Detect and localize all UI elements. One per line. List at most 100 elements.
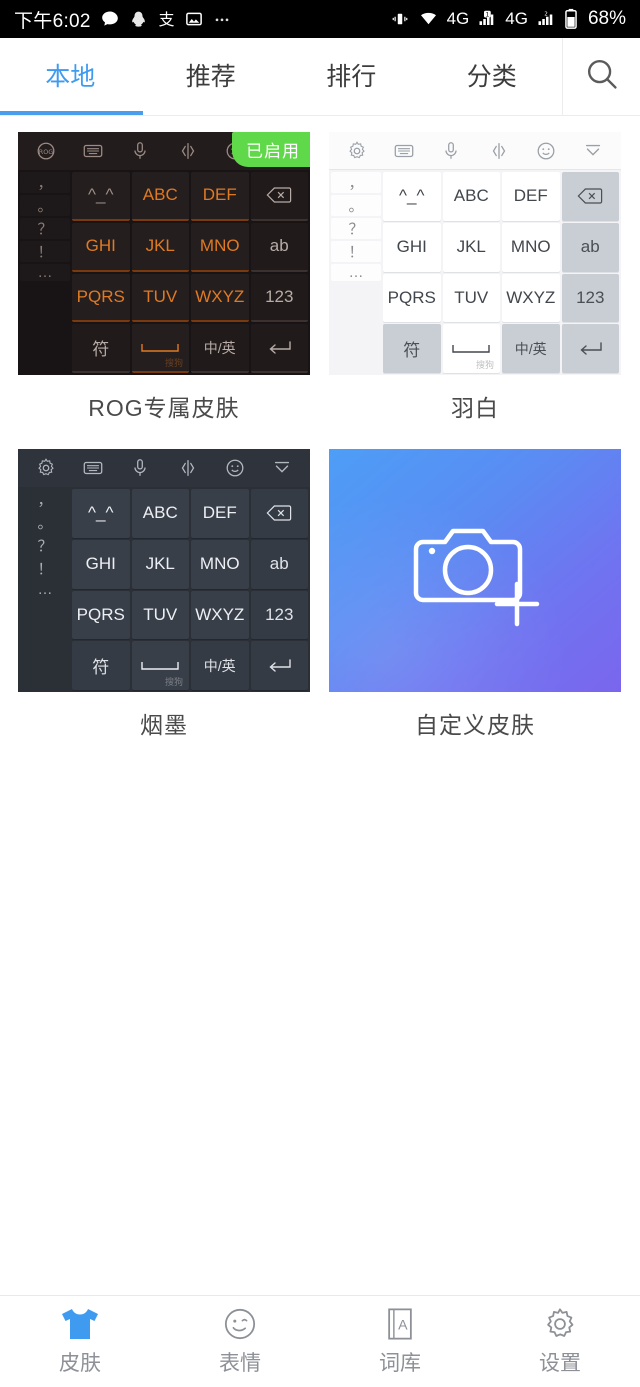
battery-percent: 68% [587,8,626,29]
keypad: ^_^ ABC DEF GHI JKL MNO ab PQRS TUV WXYZ… [383,172,619,373]
key-mno: MNO [191,539,249,589]
nav-label: 皮肤 [59,1351,101,1375]
keyboard-icon [80,138,106,164]
keyboard-body: ， 。 ？ ！ … ^_^ ABC DEF GHI JKL MNO ab PQR… [18,487,310,692]
bottom-navigation: 皮肤 表情 A 词库 设置 [0,1295,640,1387]
sim2-signal-icon: 2 [536,10,556,28]
key-space: 搜狗 [131,641,189,690]
key-123: 123 [250,590,308,640]
emoji-icon [222,455,248,481]
key-abc: ABC [131,172,189,221]
punct-key: ？ [331,218,381,239]
status-bar-right: 4G 1 4G 2 68% [390,8,626,30]
key-pqrs: PQRS [72,590,130,640]
vibrate-icon [390,10,410,28]
cursor-move-icon [175,455,201,481]
key-space: 搜狗 [131,324,189,373]
skin-card-rog[interactable]: 已启用 ROG ， 。 ？ ！ … ^_^ ABC DEF GHI JKL MN… [18,132,310,441]
camera-add-icon [405,508,545,633]
enter-icon [250,641,308,690]
backspace-icon [250,489,308,538]
nav-item-emoji[interactable]: 表情 [160,1296,320,1387]
key-wxyz: WXYZ [502,273,560,323]
keyboard-icon [80,455,106,481]
skin-content-area: 已启用 ROG ， 。 ？ ！ … ^_^ ABC DEF GHI JKL MN… [0,116,640,1295]
skin-name: 羽白 [451,395,499,421]
skin-card-yubai[interactable]: ， 。 ？ ！ … ^_^ ABC DEF GHI JKL MNO ab PQR… [329,132,621,441]
search-button[interactable] [562,37,640,116]
tab-local[interactable]: 本地 [0,38,141,116]
rog-logo-icon: ROG [33,138,59,164]
key-symbol: 符 [383,324,441,373]
nav-item-skin[interactable]: 皮肤 [0,1296,160,1387]
key-ghi: GHI [383,222,441,272]
key-space: 搜狗 [442,324,500,373]
key-123: 123 [561,273,619,323]
space-watermark: 搜狗 [164,358,183,368]
enter-icon [250,324,308,373]
collapse-icon [580,138,606,164]
cursor-move-icon [486,138,512,164]
key-123: 123 [250,273,308,323]
space-watermark: 搜狗 [475,360,494,370]
punct-key: ！ [331,241,381,262]
skin-card-custom[interactable]: 自定义皮肤 [329,449,621,758]
key-pqrs: PQRS [383,273,441,323]
key-tuv: TUV [442,273,500,323]
gear-icon [542,1307,578,1341]
keyboard-preview: ， 。 ？ ！ … ^_^ ABC DEF GHI JKL MNO ab PQR… [18,449,310,692]
status-bar-left: 下午6:02 支 [14,6,390,33]
key-def: DEF [191,172,249,221]
enter-icon [561,324,619,373]
status-time: 下午6:02 [14,10,91,32]
punct-key: ！ [20,558,70,579]
key-lang-toggle: 中/英 [191,324,249,373]
tab-recommend[interactable]: 推荐 [141,38,282,116]
svg-text:2: 2 [544,11,547,17]
punct-key: … [20,264,70,281]
status-badge: 已启用 [232,132,310,167]
svg-text:ROG: ROG [38,148,52,156]
key-ab: ab [250,539,308,589]
skin-thumbnail[interactable]: 已启用 ROG ， 。 ？ ！ … ^_^ ABC DEF GHI JKL MN… [18,132,310,375]
gear-icon [33,455,59,481]
custom-skin-thumbnail[interactable] [329,449,621,692]
gear-icon [344,138,370,164]
nav-item-settings[interactable]: 设置 [480,1296,640,1387]
key-jkl: JKL [131,539,189,589]
svg-text:A: A [398,1317,408,1333]
key-face: ^_^ [72,172,130,221]
smiley-icon [222,1307,258,1341]
punct-key: … [331,264,381,281]
key-pqrs: PQRS [72,273,130,323]
nav-label: 表情 [219,1351,261,1375]
tab-ranking[interactable]: 排行 [281,38,422,116]
nav-item-dictionary[interactable]: A 词库 [320,1296,480,1387]
nav-label: 设置 [539,1351,581,1375]
punct-key: 。 [331,195,381,216]
keyboard-preview: ， 。 ？ ！ … ^_^ ABC DEF GHI JKL MNO ab PQR… [329,132,621,375]
custom-skin-tile[interactable] [329,449,621,692]
key-mno: MNO [191,222,249,272]
punct-key: 。 [20,195,70,216]
skin-name: ROG专属皮肤 [88,395,240,421]
qq-icon [129,10,148,29]
mic-icon [438,138,464,164]
backspace-icon [561,172,619,221]
key-ghi: GHI [72,539,130,589]
space-watermark: 搜狗 [164,677,183,687]
punctuation-column: ， 。 ？ ！ … [331,172,381,373]
key-tuv: TUV [131,273,189,323]
key-ab: ab [250,222,308,272]
message-icon [100,9,120,29]
skin-thumbnail[interactable]: ， 。 ？ ！ … ^_^ ABC DEF GHI JKL MNO ab PQR… [329,132,621,375]
key-wxyz: WXYZ [191,273,249,323]
tab-category[interactable]: 分类 [422,38,563,116]
skin-card-yanmo[interactable]: ， 。 ？ ！ … ^_^ ABC DEF GHI JKL MNO ab PQR… [18,449,310,758]
key-ab: ab [561,222,619,272]
skin-thumbnail[interactable]: ， 。 ？ ！ … ^_^ ABC DEF GHI JKL MNO ab PQR… [18,449,310,692]
punct-key: ？ [20,535,70,556]
tab-bar: 本地 推荐 排行 分类 [0,37,640,116]
key-face: ^_^ [383,172,441,221]
keyboard-body: ， 。 ？ ！ … ^_^ ABC DEF GHI JKL MNO ab PQR… [329,170,621,375]
